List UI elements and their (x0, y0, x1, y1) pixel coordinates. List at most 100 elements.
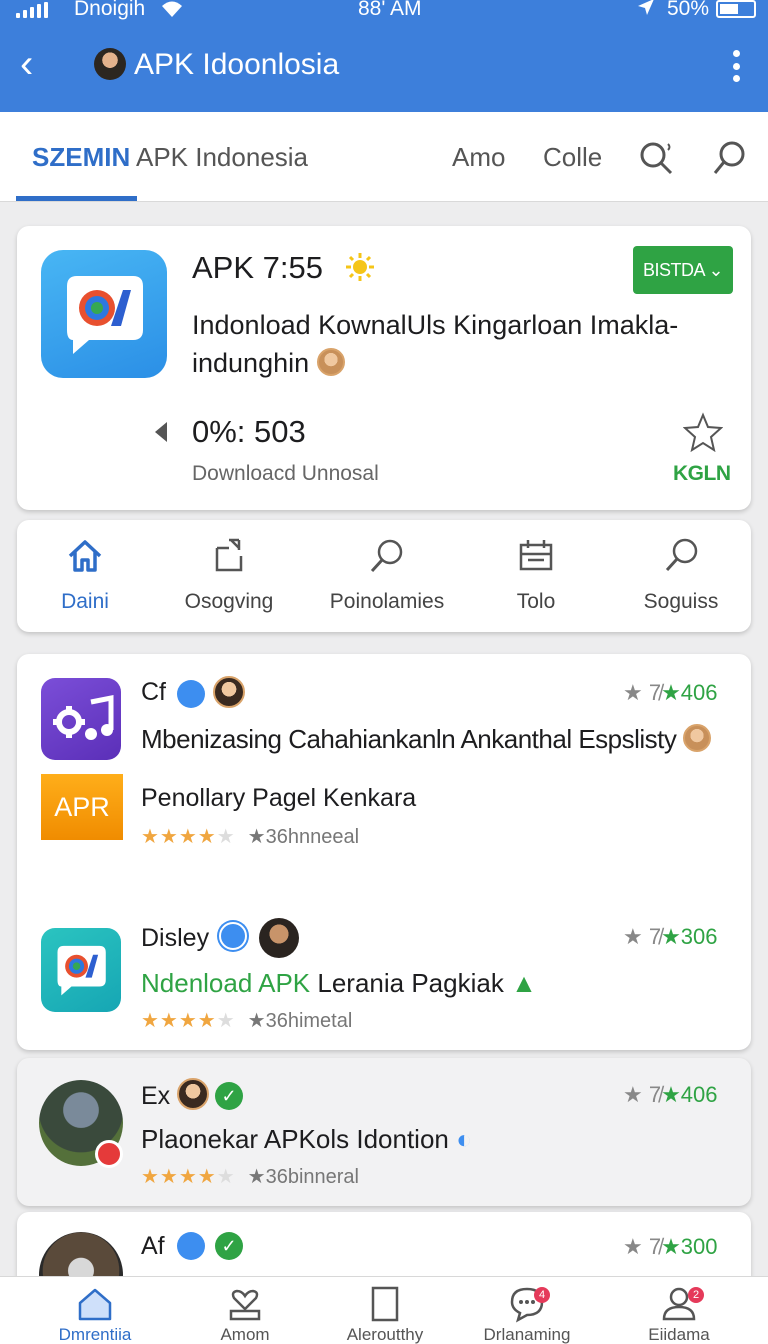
bottom-nav-eiidama[interactable]: Eiidama 2 (604, 1285, 754, 1344)
quick-nav-tolo[interactable]: Tolo (466, 536, 606, 614)
bottom-nav-amom[interactable]: Amom (170, 1285, 320, 1344)
app-name[interactable]: Ex (141, 1082, 170, 1111)
calendar-icon (519, 540, 553, 571)
app-icon[interactable]: APR (41, 774, 123, 840)
developer-avatar (177, 1078, 209, 1110)
quick-nav-label: Tolo (516, 590, 556, 613)
app-list: Cf ★ 7̸★406 Mbenizasing Cahahiankanln An… (17, 654, 751, 1050)
bookmark-icon (371, 1286, 399, 1322)
download-subtitle: Downloacd Unnosal (192, 462, 379, 485)
star-rating: ★★★★★ ★36hnneeal (141, 826, 360, 848)
bottom-nav-home[interactable]: Dmrentiia (20, 1285, 170, 1344)
rating-prefix: ★ 7̸ (623, 1082, 662, 1107)
app-icon (41, 250, 167, 378)
app-icon[interactable] (41, 678, 121, 760)
check-icon: ✓ (215, 1232, 243, 1260)
signal-icon (16, 2, 48, 18)
app-name[interactable]: Cf (141, 678, 166, 707)
featured-app-card[interactable]: APK 7:55 BISTDA ⌄ Indonload KownalUls Ki… (17, 226, 751, 510)
bottom-nav-label: Dmrentiia (58, 1325, 132, 1344)
app-rating: ★ 7̸★406 (623, 680, 718, 706)
bottom-nav-drlanaming[interactable]: Drlanaming 4 (452, 1285, 602, 1344)
avatar-icon (683, 724, 712, 752)
status-time: 88' AM (358, 0, 422, 20)
app-title: APK 7:55 (192, 250, 323, 285)
battery-percent: 50% (667, 0, 710, 20)
avatar[interactable] (94, 48, 126, 80)
search-icon (665, 538, 698, 572)
quick-nav-poinolamies[interactable]: Poinolamies (317, 536, 457, 614)
notification-dot (95, 1140, 123, 1168)
tab-apk-indonesia[interactable]: APK Indonesia (136, 142, 308, 173)
app-description: Indonload KownalUls Kingarloan Imakla-in… (192, 306, 692, 382)
status-badge: KGLN (673, 462, 731, 485)
home-icon (78, 1288, 112, 1321)
bottom-nav: Dmrentiia Amom Aleroutthy Drlanaming 4 E… (0, 1276, 768, 1344)
notification-badge: 2 (688, 1287, 704, 1303)
tab-amo[interactable]: Amo (452, 142, 505, 173)
search-icon[interactable] (638, 140, 674, 176)
app-name[interactable]: Af (141, 1232, 165, 1261)
tab-szemin[interactable]: SZEMIN (32, 142, 130, 173)
app-description-text: Indonload KownalUls Kingarloan Imakla-in… (192, 310, 679, 378)
notification-badge: 4 (534, 1287, 550, 1303)
verified-drop-icon (177, 1232, 205, 1260)
page-title: APK Idoonlosia (134, 48, 340, 81)
tab-colle[interactable]: Colle (543, 142, 602, 173)
app-description-text: Plaonekar APKols Idontion (141, 1124, 449, 1154)
app-name[interactable]: Penollary Pagel Kenkara (141, 784, 416, 813)
rating-value: ★406 (661, 1082, 718, 1107)
chat-logo-icon (57, 945, 106, 996)
triangle-badge-icon: ▲ (511, 968, 537, 998)
rating-prefix: ★ 7̸ (623, 924, 662, 949)
home-icon (68, 540, 102, 572)
quick-nav-label: Soguiss (643, 590, 719, 613)
wifi-icon (162, 1, 182, 17)
quick-nav-label: Osogving (184, 590, 274, 613)
quick-nav-soguiss[interactable]: Soguiss (611, 536, 751, 614)
quick-nav-label: Daini (61, 590, 109, 613)
app-description: Mbenizasing Cahahiankanln Ankanthal Esps… (141, 724, 712, 755)
bottom-nav-label: Aleroutthy (346, 1325, 424, 1344)
star-rating: ★★★★★ ★36himetal (141, 1010, 353, 1032)
quick-nav: Daini Osogving Poinolamies Tolo Soguiss (17, 520, 751, 632)
verified-badge-icon (219, 922, 247, 950)
bottom-nav-label: Amom (220, 1325, 270, 1344)
developer-avatar (259, 918, 299, 958)
bottom-nav-label: Eiidama (648, 1325, 710, 1344)
bottom-nav-aleroutthy[interactable]: Aleroutthy (310, 1285, 460, 1344)
app-list-item[interactable]: Ex ✓ ★ 7̸★406 Plaonekar APKols Idontion … (17, 1058, 751, 1206)
favorite-star-icon[interactable] (683, 412, 723, 452)
app-description: Ndenload APK Lerania Pagkiak ▲ (141, 968, 537, 999)
app-thumbnail (39, 1080, 123, 1168)
install-button[interactable]: BISTDA ⌄ (633, 246, 733, 294)
app-name[interactable]: Disley (141, 924, 209, 953)
status-bar: Dnoigih 88' AM 50% (0, 0, 768, 24)
location-icon (638, 0, 654, 15)
app-bar: Dnoigih 88' AM 50% ‹ APK Idoonlosia (0, 0, 768, 112)
battery-icon (716, 0, 756, 18)
app-description-text: Mbenizasing Cahahiankanln Ankanthal Esps… (141, 724, 677, 754)
verified-drop-icon (177, 680, 205, 708)
quick-nav-label: Poinolamies (329, 590, 445, 613)
star-rating: ★★★★★ ★36binneral (141, 1166, 359, 1188)
rating-meta: ★36hnneeal (247, 826, 360, 848)
app-description-text: Lerania Pagkiak (310, 968, 504, 998)
back-icon[interactable]: ‹ (20, 44, 60, 86)
app-rating: ★ 7̸★306 (623, 924, 718, 950)
rating-prefix: ★ 7̸ (623, 1234, 662, 1259)
rating-meta: ★36binneral (247, 1166, 359, 1188)
rating-meta: ★36himetal (247, 1010, 353, 1032)
search-icon[interactable] (712, 140, 748, 176)
quick-nav-daini[interactable]: Daini (15, 536, 155, 614)
more-options-icon[interactable] (728, 50, 744, 82)
heart-tray-icon (229, 1289, 261, 1321)
app-icon[interactable] (41, 928, 121, 1012)
check-icon: ✓ (215, 1082, 243, 1110)
bottom-nav-label: Drlanaming (483, 1325, 571, 1344)
drop-icon: ◐ (456, 1124, 472, 1154)
quick-nav-osogving[interactable]: Osogving (159, 536, 299, 614)
avatar-icon (316, 348, 345, 376)
rating-prefix: ★ 7̸ (623, 680, 662, 705)
download-stat: 0%: 503 (192, 414, 306, 449)
